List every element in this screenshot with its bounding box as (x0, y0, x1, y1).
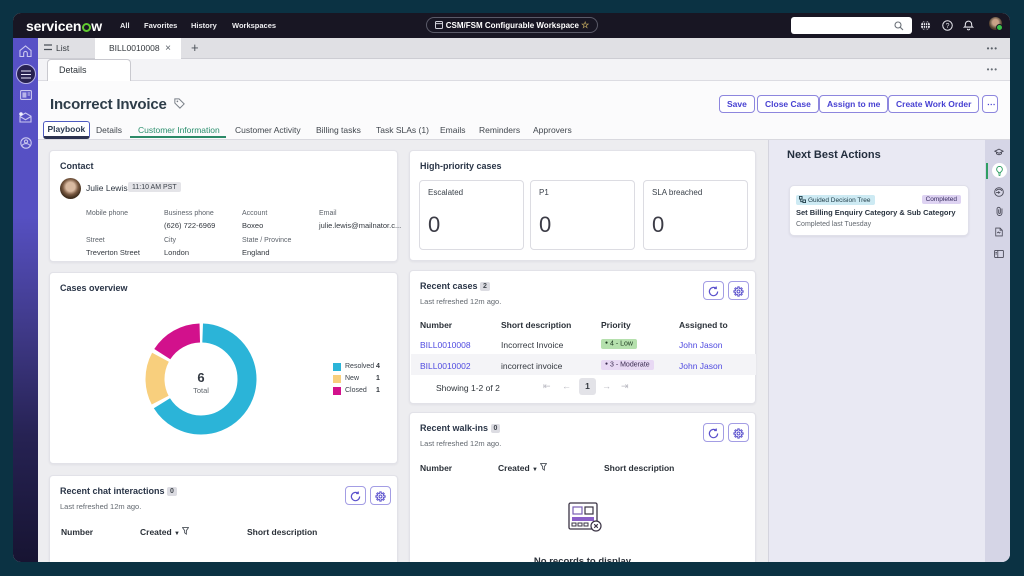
svg-text:6: 6 (197, 370, 204, 385)
svg-text:Total: Total (193, 386, 209, 395)
svg-text:?: ? (946, 23, 950, 30)
